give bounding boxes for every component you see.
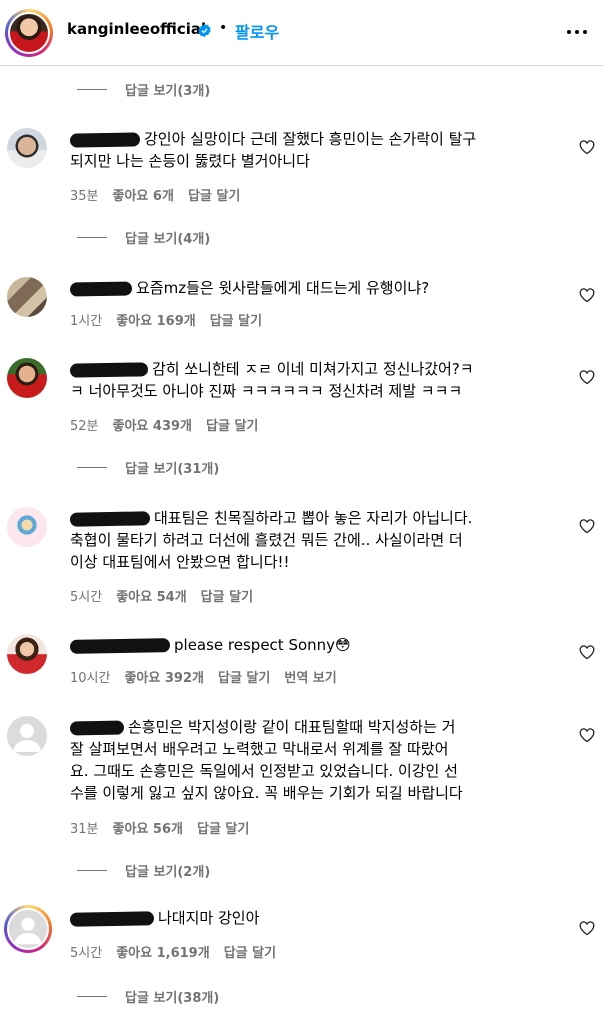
like-count[interactable]: 좋아요 56개	[113, 818, 183, 837]
comment-line: 수를 이렇게 잃고 싶지 않아요. 꼭 배우는 기회가 되길 바랍니다	[70, 784, 463, 802]
like-count[interactable]: 좋아요 392개	[124, 667, 204, 686]
redacted-username	[69, 131, 141, 148]
translate-button[interactable]: 번역 보기	[284, 667, 336, 686]
view-replies-button[interactable]: 답글 보기(4개)	[77, 227, 210, 247]
comment-time: 31분	[70, 822, 99, 837]
comment-time: 1시간	[70, 314, 103, 329]
view-replies-label: 답글 보기(31개)	[125, 461, 220, 477]
follow-button[interactable]: 팔로우	[235, 19, 279, 43]
verified-badge-icon	[198, 23, 211, 38]
comment-meta: 5시간 좋아요 1,619개 답글 달기	[70, 942, 290, 961]
divider-line	[77, 88, 107, 90]
comment-text: please respect Sonny😳	[69, 634, 558, 656]
comment-line: 감히 쏘니한테 ㅈㄹ 이네 미쳐가지고 정신나갔어?ㅋ	[152, 360, 474, 378]
comment-meta: 1시간 좋아요 169개 답글 달기	[70, 310, 276, 329]
comment-meta: 31분 좋아요 56개 답글 달기	[70, 818, 263, 837]
comment-text: 감히 쏘니한테 ㅈㄹ 이네 미쳐가지고 정신나갔어?ㅋ ㅋ 너아무것도 아니야 …	[69, 358, 558, 402]
redacted-username	[69, 510, 151, 527]
comment-line: 잘 살펴보면서 배우려고 노력했고 막내로서 위계를 잘 따랐어	[70, 740, 449, 758]
heart-icon[interactable]	[579, 921, 595, 936]
heart-icon[interactable]	[579, 519, 595, 534]
reply-button[interactable]: 답글 달기	[188, 185, 240, 204]
view-replies-label: 답글 보기(4개)	[125, 231, 211, 247]
comment-text: 대표팀은 친목질하라고 뽑아 놓은 자리가 아닙니다. 축협이 물타기 하려고 …	[69, 507, 558, 573]
comment-line: 요즘mz들은 윗사람들에게 대드는게 유행이냐?	[136, 279, 430, 297]
default-avatar-icon[interactable]	[7, 716, 47, 756]
view-replies-button[interactable]: 답글 보기(2개)	[77, 860, 210, 880]
reply-button[interactable]: 답글 달기	[197, 818, 249, 837]
divider-line	[77, 869, 107, 871]
comment-text: 나대지마 강인아	[69, 907, 558, 929]
commenter-avatar[interactable]	[7, 277, 47, 317]
comment-line: 강인아 실망이다 근데 잘했다 흥민이는 손가락이 탈구	[144, 130, 477, 148]
commenter-avatar[interactable]	[7, 507, 47, 547]
redacted-username	[69, 720, 125, 735]
reply-button[interactable]: 답글 달기	[224, 942, 276, 961]
comment-meta: 52분 좋아요 439개 답글 달기	[70, 415, 272, 434]
comment-time: 5시간	[70, 590, 103, 605]
heart-icon[interactable]	[579, 288, 595, 303]
heart-icon[interactable]	[579, 370, 595, 385]
view-replies-button[interactable]: 답글 보기(38개)	[77, 986, 219, 1006]
username-link[interactable]: kanginleeofficial	[67, 20, 206, 38]
divider-line	[77, 995, 107, 997]
post-header: kanginleeofficial • 팔로우	[0, 0, 604, 66]
view-replies-label: 답글 보기(3개)	[125, 83, 211, 99]
more-options-icon[interactable]	[565, 22, 589, 42]
comment-line: ㅋ 너아무것도 아니야 진짜 ㅋㅋㅋㅋㅋㅋ 정신차려 제발 ㅋㅋㅋ	[70, 382, 463, 400]
comment-meta: 10시간 좋아요 392개 답글 달기 번역 보기	[70, 667, 351, 686]
comment-text: 요즘mz들은 윗사람들에게 대드는게 유행이냐?	[69, 277, 558, 299]
like-count[interactable]: 좋아요 439개	[113, 415, 193, 434]
redacted-username	[69, 637, 171, 654]
heart-icon[interactable]	[579, 728, 595, 743]
default-avatar-icon	[7, 908, 49, 950]
view-replies-label: 답글 보기(2개)	[125, 864, 211, 880]
reply-button[interactable]: 답글 달기	[218, 667, 270, 686]
comment-time: 52분	[70, 419, 99, 434]
comment-line: please respect Sonny😳	[174, 636, 351, 654]
comment-text: 강인아 실망이다 근데 잘했다 흥민이는 손가락이 탈구 되지만 나는 손등이 …	[69, 128, 558, 172]
view-replies-button[interactable]: 답글 보기(31개)	[77, 457, 219, 477]
like-count[interactable]: 좋아요 6개	[113, 185, 174, 204]
reply-button[interactable]: 답글 달기	[210, 310, 262, 329]
profile-avatar[interactable]	[5, 9, 53, 57]
like-count[interactable]: 좋아요 1,619개	[116, 942, 210, 961]
view-replies-label: 답글 보기(38개)	[125, 990, 220, 1006]
heart-icon[interactable]	[579, 140, 595, 155]
reply-button[interactable]: 답글 달기	[201, 586, 253, 605]
reply-button[interactable]: 답글 달기	[206, 415, 258, 434]
view-replies-button[interactable]: 답글 보기(3개)	[77, 79, 210, 99]
like-count[interactable]: 좋아요 54개	[116, 586, 186, 605]
comment-meta: 35분 좋아요 6개 답글 달기	[70, 185, 254, 204]
commenter-avatar[interactable]	[7, 634, 47, 674]
comment-time: 5시간	[70, 946, 103, 961]
commenter-avatar[interactable]	[7, 128, 47, 168]
heart-icon[interactable]	[579, 645, 595, 660]
commenter-avatar[interactable]	[4, 905, 52, 953]
comment-time: 10시간	[70, 671, 111, 686]
comment-meta: 5시간 좋아요 54개 답글 달기	[70, 586, 267, 605]
redacted-username	[69, 280, 133, 297]
comment-line: 손흥민은 박지성이랑 같이 대표팀할때 박지성하는 거	[128, 718, 456, 736]
comment-line: 나대지마 강인아	[158, 909, 260, 927]
divider-line	[77, 466, 107, 468]
divider-line	[77, 236, 107, 238]
comment-line: 되지만 나는 손등이 뚫렸다 별거아니다	[70, 152, 310, 170]
comment-text: 손흥민은 박지성이랑 같이 대표팀할때 박지성하는 거 잘 살펴보면서 배우려고…	[69, 716, 558, 804]
comment-time: 35분	[70, 189, 99, 204]
comment-line: 요. 그때도 손흥민은 독일에서 인정받고 있었습니다. 이강인 선	[70, 762, 458, 780]
comment-line: 이상 대표팀에서 안봤으면 합니다!!	[70, 553, 290, 571]
comment-line: 축협이 물타기 하려고 더선에 흘렸건 뭐든 간에.. 사실이라면 더	[70, 531, 463, 549]
like-count[interactable]: 좋아요 169개	[116, 310, 196, 329]
commenter-avatar[interactable]	[7, 358, 47, 398]
redacted-username	[69, 361, 149, 378]
redacted-username	[69, 910, 155, 927]
comment-line: 대표팀은 친목질하라고 뽑아 놓은 자리가 아닙니다.	[154, 509, 473, 527]
separator-dot: •	[219, 20, 228, 36]
